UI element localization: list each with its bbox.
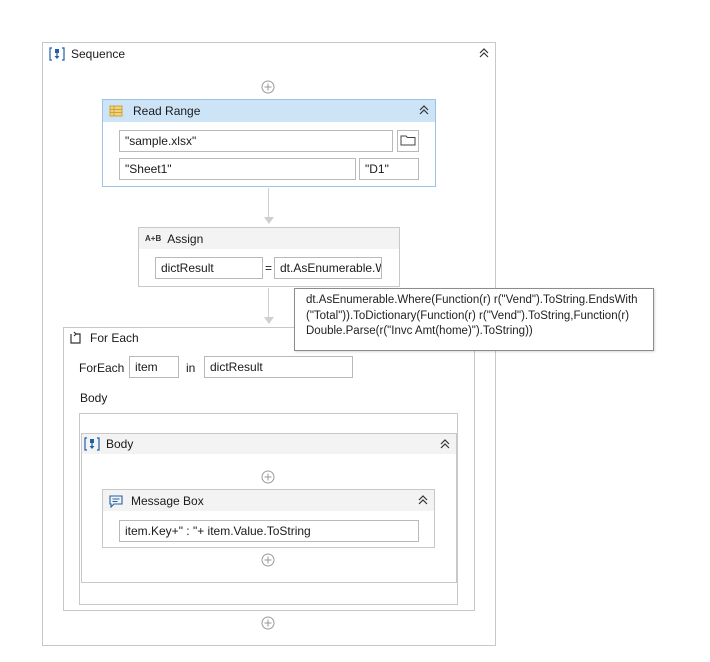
collapse-icon[interactable] [477, 46, 491, 60]
message-icon [109, 494, 123, 508]
range-input[interactable]: "D1" [359, 158, 419, 180]
assign-header[interactable]: A+B Assign [139, 228, 399, 249]
message-text-input[interactable]: item.Key+" : "+ item.Value.ToString [119, 520, 419, 542]
sequence-header[interactable]: Sequence [43, 43, 495, 65]
collapse-icon[interactable] [417, 103, 431, 117]
foreach-collection-input[interactable]: dictResult [204, 356, 353, 378]
connector-line [268, 188, 269, 218]
add-activity-icon[interactable] [261, 553, 275, 567]
message-box-header[interactable]: Message Box [103, 490, 434, 511]
sequence-title: Sequence [71, 47, 126, 61]
for-each-title: For Each [90, 331, 139, 345]
read-range-header[interactable]: Read Range [103, 100, 435, 122]
assign-to-input[interactable]: dictResult [155, 257, 263, 279]
sequence-icon [49, 46, 65, 62]
assign-icon: A+B [145, 234, 162, 243]
workbook-path-input[interactable]: "sample.xlsx" [119, 130, 393, 152]
connector-arrow [264, 317, 274, 324]
add-activity-icon[interactable] [261, 616, 275, 630]
add-activity-icon[interactable] [261, 470, 275, 484]
foreach-label: ForEach [79, 361, 125, 375]
sheet-name-input[interactable]: "Sheet1" [119, 158, 356, 180]
folder-icon [400, 133, 416, 150]
body-header[interactable]: Body [82, 434, 456, 454]
foreach-item-input[interactable]: item [129, 356, 179, 378]
sequence-icon [84, 436, 100, 452]
loop-icon [68, 331, 82, 345]
message-box-title: Message Box [131, 493, 204, 508]
body-title: Body [106, 437, 134, 451]
browse-folder-button[interactable] [397, 130, 419, 152]
body-label: Body [80, 391, 108, 405]
collapse-icon[interactable] [438, 437, 452, 451]
assign-title: Assign [167, 231, 204, 246]
assign-equals-label: = [265, 261, 273, 275]
collapse-icon[interactable] [416, 493, 430, 507]
expression-tooltip: dt.AsEnumerable.Where(Function(r) r("Ven… [294, 288, 654, 351]
in-label: in [186, 361, 196, 375]
excel-range-icon [109, 104, 123, 118]
read-range-title: Read Range [133, 104, 201, 118]
connector-arrow [264, 217, 274, 224]
connector-line [268, 288, 269, 318]
assign-value-input[interactable]: dt.AsEnumerable.W [274, 257, 382, 279]
add-activity-icon[interactable] [261, 80, 275, 94]
